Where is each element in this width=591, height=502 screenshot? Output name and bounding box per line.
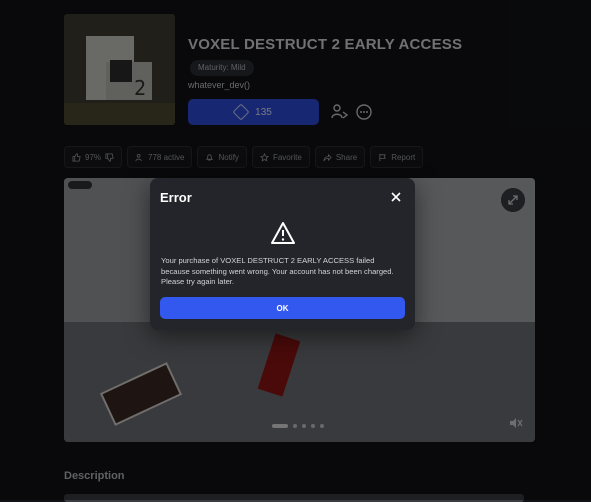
like-dislike-control[interactable]: 97% [64, 146, 123, 168]
dialog-message: Your purchase of VOXEL DESTRUCT 2 EARLY … [161, 256, 394, 286]
carousel-dot[interactable] [311, 424, 315, 428]
notify-button[interactable]: Notify [197, 146, 247, 168]
robux-icon [232, 103, 250, 121]
media-indicator [68, 181, 92, 189]
more-options-icon[interactable] [354, 102, 374, 122]
report-button[interactable]: Report [370, 146, 424, 168]
bell-icon [206, 153, 214, 161]
maturity-badge: Maturity: Mild [190, 60, 254, 76]
star-icon [259, 152, 269, 162]
thumbs-down-icon[interactable] [105, 152, 114, 162]
share-label: Share [335, 152, 358, 162]
mute-icon[interactable] [509, 416, 523, 430]
thumbs-up-icon[interactable] [72, 152, 81, 162]
price-label: 135 [255, 106, 272, 118]
favorite-button[interactable]: Favorite [251, 146, 310, 168]
carousel-dot[interactable] [320, 424, 324, 428]
active-count: 778 active [127, 146, 193, 168]
user-share-icon[interactable] [329, 102, 349, 122]
flag-icon [379, 153, 387, 161]
favorite-label: Favorite [272, 152, 302, 162]
error-dialog: Error Your purchase of VOXEL DESTRUCT 2 … [150, 178, 415, 330]
carousel-dot[interactable] [302, 424, 306, 428]
share-icon [323, 153, 332, 161]
report-label: Report [391, 152, 416, 162]
ok-button[interactable]: OK [160, 297, 405, 319]
warning-icon [271, 222, 295, 244]
share-button[interactable]: Share [314, 146, 366, 168]
description-text [64, 494, 524, 502]
experience-title: VOXEL DESTRUCT 2 EARLY ACCESS [188, 36, 463, 53]
notify-label: Notify [218, 152, 239, 162]
description-heading: Description [64, 470, 125, 482]
experience-thumbnail: 2 [64, 14, 175, 125]
close-icon[interactable] [389, 190, 403, 204]
buy-button[interactable]: 135 [188, 99, 319, 125]
creator-link[interactable]: whatever_dev() [188, 80, 250, 90]
dialog-title: Error [160, 190, 192, 205]
carousel-dot[interactable] [293, 424, 297, 428]
active-label: 778 active [148, 152, 185, 162]
carousel-dot[interactable] [272, 424, 288, 428]
carousel-dots[interactable] [272, 424, 324, 428]
like-percent: 97% [85, 152, 102, 162]
players-icon [135, 153, 142, 161]
expand-icon[interactable] [501, 188, 525, 212]
stats-row: 97% 778 active Notify Favorite Share Rep… [64, 146, 424, 168]
